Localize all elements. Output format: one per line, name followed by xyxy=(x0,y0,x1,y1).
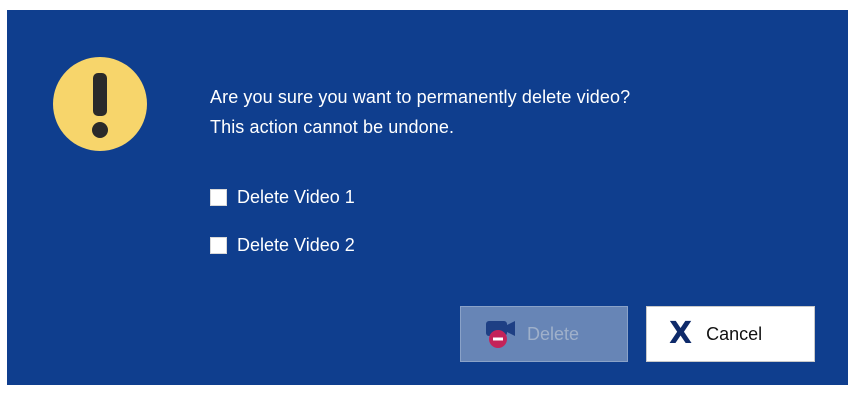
confirmation-message: Are you sure you want to permanently del… xyxy=(210,82,630,142)
delete-video-2-option[interactable]: Delete Video 2 xyxy=(210,235,355,256)
delete-video-1-option[interactable]: Delete Video 1 xyxy=(210,187,355,208)
message-line-2: This action cannot be undone. xyxy=(210,117,455,137)
message-line-1: Are you sure you want to permanently del… xyxy=(210,87,631,107)
warning-icon xyxy=(53,57,147,151)
delete-video-1-checkbox[interactable] xyxy=(210,189,227,206)
delete-video-2-label: Delete Video 2 xyxy=(237,235,355,255)
delete-button-label: Delete xyxy=(527,323,580,344)
close-icon: X xyxy=(669,316,693,351)
cancel-button-label: Cancel xyxy=(706,323,763,344)
delete-video-1-label: Delete Video 1 xyxy=(237,187,355,207)
delete-video-icon xyxy=(485,319,517,349)
delete-video-2-checkbox[interactable] xyxy=(210,237,227,254)
cancel-button[interactable]: X Cancel xyxy=(646,306,815,362)
delete-video-dialog: Are you sure you want to permanently del… xyxy=(7,10,848,385)
delete-button[interactable]: Delete xyxy=(460,306,628,362)
